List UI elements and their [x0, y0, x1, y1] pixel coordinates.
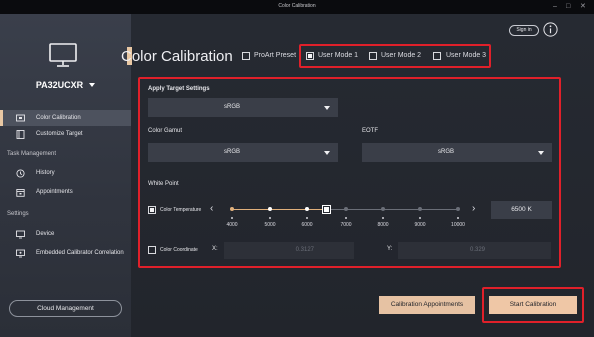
info-icon[interactable]	[543, 22, 558, 37]
user-mode-1-label: User Mode 1	[318, 52, 359, 59]
y-coordinate-label: Y:	[387, 246, 393, 252]
maximize-button[interactable]: □	[566, 2, 570, 11]
user-mode-2-checkbox[interactable]	[369, 52, 377, 60]
tick-mark	[345, 217, 347, 219]
section-label-settings: Settings	[7, 211, 29, 217]
calibration-icon	[16, 114, 25, 121]
y-coordinate-input[interactable]: 0.329	[398, 242, 551, 259]
x-coordinate-label: X:	[212, 246, 218, 252]
temp-slider-knob[interactable]	[305, 207, 309, 211]
tick-mark	[231, 217, 233, 219]
tick-mark	[306, 217, 308, 219]
sidebar-item-label: Customize Target	[36, 131, 83, 137]
color-coordinate-label: Color Coordinate	[160, 247, 198, 253]
window-title: Color Calibration	[278, 3, 316, 9]
eotf-value: sRGB	[437, 149, 454, 155]
white-point-label: White Point	[148, 181, 179, 187]
user-mode-2-label: User Mode 2	[381, 52, 422, 59]
tick-label: 4000	[226, 222, 238, 228]
chevron-down-icon	[89, 83, 96, 87]
temp-slider-knob[interactable]	[344, 207, 348, 211]
tick-mark	[382, 217, 384, 219]
proart-preset-checkbox[interactable]	[242, 52, 250, 60]
tick-label: 5000	[264, 222, 276, 228]
tick-label: 6000	[301, 222, 313, 228]
temp-slider-knob[interactable]	[456, 207, 460, 211]
calibration-appointments-button[interactable]: Calibration Appointments	[379, 296, 475, 314]
user-mode-3-label: User Mode 3	[446, 52, 487, 59]
cloud-management-button[interactable]: Cloud Management	[9, 300, 122, 317]
tick-label: 8000	[377, 222, 389, 228]
title-bar: Color Calibration – □ ✕	[0, 0, 594, 14]
chevron-down-icon	[324, 151, 330, 155]
target-dropdown-value: sRGB	[223, 104, 240, 110]
sidebar-item-label: Embedded Calibrator Correlation	[36, 250, 124, 256]
model-name: PA32UCXR	[35, 80, 84, 90]
sidebar-item-label: History	[36, 170, 55, 176]
minimize-button[interactable]: –	[553, 2, 557, 11]
color-coordinate-checkbox[interactable]	[148, 246, 156, 254]
close-button[interactable]: ✕	[580, 2, 586, 11]
model-selector[interactable]: PA32UCXR	[18, 80, 113, 90]
apply-target-settings-label: Apply Target Settings	[148, 86, 210, 92]
monitor-icon	[49, 43, 77, 67]
tick-label: 10000	[451, 222, 465, 228]
temp-slider-thumb[interactable]	[322, 205, 331, 214]
correlation-icon	[16, 249, 25, 257]
sidebar-item-customize-target[interactable]: Customize Target	[0, 126, 131, 142]
chevron-down-icon	[538, 151, 544, 155]
temp-decrease-arrow[interactable]: ‹	[210, 204, 213, 214]
target-icon	[16, 129, 25, 139]
temp-slider-knob[interactable]	[418, 207, 422, 211]
user-mode-1-checkbox[interactable]	[306, 52, 314, 60]
section-label-task-management: Task Management	[7, 151, 57, 157]
history-icon	[16, 168, 25, 178]
start-calibration-button[interactable]: Start Calibration	[489, 296, 577, 314]
sidebar-item-label: Device	[36, 231, 55, 237]
y-coordinate-placeholder: 0.329	[469, 247, 485, 253]
tick-mark	[419, 217, 421, 219]
device-icon	[16, 230, 25, 238]
color-temperature-value: 6500 K	[491, 201, 552, 219]
target-dropdown[interactable]: sRGB	[148, 98, 338, 117]
color-gamut-label: Color Gamut	[148, 128, 183, 134]
sidebar-item-color-calibration[interactable]: Color Calibration	[0, 110, 131, 126]
x-coordinate-input[interactable]: 0.3127	[224, 242, 354, 259]
tick-label: 7000	[340, 222, 352, 228]
sidebar-item-label: Color Calibration	[36, 115, 81, 121]
tick-mark	[269, 217, 271, 219]
chevron-down-icon	[324, 106, 330, 110]
color-temperature-checkbox[interactable]	[148, 206, 156, 214]
temp-slider-knob[interactable]	[268, 207, 272, 211]
eotf-dropdown[interactable]: sRGB	[362, 143, 552, 162]
tick-label: 9000	[414, 222, 426, 228]
color-gamut-value: sRGB	[223, 149, 240, 155]
calendar-icon	[16, 188, 25, 197]
sign-in-button[interactable]: Sign in	[509, 25, 539, 36]
temp-slider-knob[interactable]	[230, 207, 234, 211]
sidebar-item-device[interactable]: Device	[0, 226, 131, 242]
proart-preset-label: ProArt Preset	[254, 52, 297, 59]
temp-slider-knob[interactable]	[381, 207, 385, 211]
sidebar-item-embedded-calibrator-correlation[interactable]: Embedded Calibrator Correlation	[0, 245, 131, 261]
eotf-label: EOTF	[362, 128, 378, 134]
color-temperature-label: Color Temperature	[160, 207, 202, 213]
sidebar-item-label: Appointments	[36, 189, 73, 195]
sidebar-item-history[interactable]: History	[0, 165, 131, 181]
tick-mark	[457, 217, 459, 219]
temp-slider-track-active[interactable]	[232, 209, 326, 210]
page-title: Color Calibration	[121, 48, 233, 65]
color-gamut-dropdown[interactable]: sRGB	[148, 143, 338, 162]
user-mode-3-checkbox[interactable]	[433, 52, 441, 60]
sidebar-item-appointments[interactable]: Appointments	[0, 184, 131, 200]
x-coordinate-placeholder: 0.3127	[295, 247, 314, 253]
temp-increase-arrow[interactable]: ›	[472, 204, 475, 214]
